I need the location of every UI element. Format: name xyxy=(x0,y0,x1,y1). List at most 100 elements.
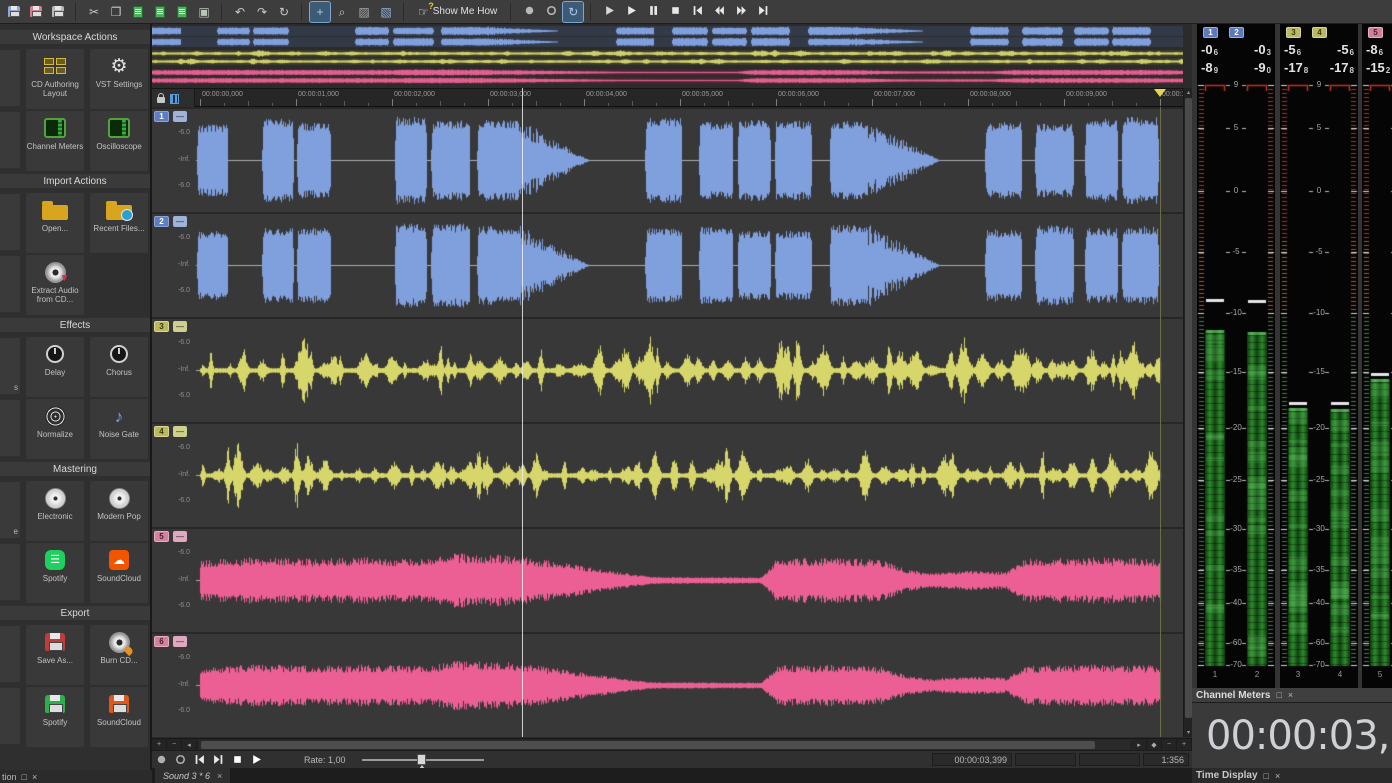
track-lane-3[interactable]: 3—-6.0-Inf.-6.0 xyxy=(152,317,1183,422)
cd-authoring-layout-button[interactable]: CD Authoring Layout xyxy=(26,49,84,109)
track-lane-6[interactable]: 6—-6.0-Inf.-6.0 xyxy=(152,632,1183,737)
track-number-badge-1[interactable]: 1 xyxy=(154,111,169,122)
playback-cursor[interactable] xyxy=(522,88,523,737)
rate-slider-thumb[interactable] xyxy=(417,754,426,765)
save-as-export-button[interactable]: Save As... xyxy=(26,625,84,685)
horizontal-scrollbar-track[interactable] xyxy=(199,740,1130,750)
lock-icon[interactable] xyxy=(157,97,165,103)
vertical-scrollbar[interactable]: ▴ ▾ xyxy=(1183,88,1192,737)
track-lane-4[interactable]: 4—-6.0-Inf.-6.0 xyxy=(152,422,1183,527)
recent-files-button[interactable]: Recent Files... xyxy=(90,193,148,253)
track-number-badge-3[interactable]: 3 xyxy=(154,321,169,332)
paste-special-button[interactable] xyxy=(150,2,170,22)
extract-audio-from-cd-button[interactable]: Extract Audio from CD... xyxy=(26,255,84,315)
selection-tool-button[interactable]: ▧ xyxy=(376,2,396,22)
loop-playback-button[interactable] xyxy=(171,752,190,767)
open-button[interactable]: Open... xyxy=(26,193,84,253)
stop-button[interactable] xyxy=(228,752,247,767)
modern-pop-button[interactable]: Modern Pop xyxy=(90,481,148,541)
vertical-scrollbar-thumb[interactable] xyxy=(1185,98,1192,718)
noise-gate-button[interactable]: ♪Noise Gate xyxy=(90,399,148,459)
play-button[interactable] xyxy=(621,2,641,22)
rewind-button[interactable] xyxy=(709,2,729,22)
track-number-badge-6[interactable]: 6 xyxy=(154,636,169,647)
end-of-file-marker-icon[interactable] xyxy=(1154,89,1166,97)
loop-playback-button[interactable]: ↻ xyxy=(563,2,583,22)
trim-crop-button[interactable]: ▣ xyxy=(194,2,214,22)
zoom-in-button[interactable]: + xyxy=(1177,739,1192,750)
minimize-track-button-6[interactable]: — xyxy=(173,636,187,647)
show-me-how-button[interactable]: ☞?Show Me How xyxy=(412,2,503,22)
channel-meters-button[interactable]: Channel Meters xyxy=(26,111,84,171)
zoom-out-time-button[interactable]: − xyxy=(167,739,182,750)
record-remote-button[interactable] xyxy=(541,2,561,22)
track-number-badge-4[interactable]: 4 xyxy=(154,426,169,437)
minimize-track-button-3[interactable]: — xyxy=(173,321,187,332)
track-number-badge-5[interactable]: 5 xyxy=(154,531,169,542)
go-to-start-button[interactable] xyxy=(687,2,707,22)
go-to-start-button[interactable] xyxy=(190,752,209,767)
paste-to-new-button[interactable] xyxy=(172,2,192,22)
repeat-button[interactable]: ↻ xyxy=(274,2,294,22)
stop-button[interactable] xyxy=(665,2,685,22)
vst-settings-button[interactable]: ⚙VST Settings xyxy=(90,49,148,109)
minimize-track-button-5[interactable]: — xyxy=(173,531,187,542)
waveform-canvas-1[interactable] xyxy=(152,109,1183,214)
track-number-badge-2[interactable]: 2 xyxy=(154,216,169,227)
save-button[interactable] xyxy=(4,2,24,22)
copy-button[interactable]: ❐ xyxy=(106,2,126,22)
zoom-out-button[interactable]: − xyxy=(1162,739,1177,750)
pencil-tool-button[interactable]: ▨ xyxy=(354,2,374,22)
horizontal-scrollbar-thumb[interactable] xyxy=(201,741,1095,749)
minimize-track-button-1[interactable]: — xyxy=(173,111,187,122)
delay-button[interactable]: Delay xyxy=(26,337,84,397)
play-button[interactable] xyxy=(247,752,266,767)
auto-ripple-icon[interactable] xyxy=(170,94,179,104)
close-time-display-icon[interactable]: × xyxy=(1275,771,1280,781)
spotify-export-button[interactable]: Spotify xyxy=(26,687,84,747)
edit-tool-button[interactable]: + xyxy=(310,2,330,22)
close-tab-icon[interactable]: × xyxy=(217,771,222,781)
waveform-canvas-2[interactable] xyxy=(152,214,1183,319)
waveform-canvas-5[interactable] xyxy=(152,529,1183,634)
close-meters-icon[interactable]: × xyxy=(1288,690,1293,700)
go-to-end-button[interactable] xyxy=(753,2,773,22)
scroll-right-button[interactable]: ▸ xyxy=(1132,739,1147,750)
spotify-mastering-button[interactable]: ☰Spotify xyxy=(26,543,84,603)
rate-slider[interactable] xyxy=(362,753,484,767)
time-ruler[interactable]: 00:00:00,00000:00:01,00000:00:02,00000:0… xyxy=(152,88,1192,107)
track-lane-2[interactable]: 2—-6.0-Inf.-6.0 xyxy=(152,212,1183,317)
zoom-selection-button[interactable]: ◆ xyxy=(1147,739,1162,750)
waveform-canvas-3[interactable] xyxy=(152,319,1183,424)
normalize-button[interactable]: Normalize xyxy=(26,399,84,459)
save-as-button[interactable] xyxy=(26,2,46,22)
oscilloscope-button[interactable]: Oscilloscope xyxy=(90,111,148,171)
soundcloud-mastering-button[interactable]: ☁SoundCloud xyxy=(90,543,148,603)
track-lane-1[interactable]: 1—-6.0-Inf.-6.0 xyxy=(152,107,1183,212)
save-all-button[interactable] xyxy=(48,2,68,22)
soundcloud-export-button[interactable]: SoundCloud xyxy=(90,687,148,747)
cut-button[interactable]: ✂ xyxy=(84,2,104,22)
redo-button[interactable]: ↷ xyxy=(252,2,272,22)
forward-button[interactable] xyxy=(731,2,751,22)
scroll-left-button[interactable]: ◂ xyxy=(182,739,197,750)
electronic-button[interactable]: Electronic xyxy=(26,481,84,541)
waveform-canvas-6[interactable] xyxy=(152,634,1183,739)
chorus-button[interactable]: Chorus xyxy=(90,337,148,397)
record-button[interactable] xyxy=(152,752,171,767)
track-lane-5[interactable]: 5—-6.0-Inf.-6.0 xyxy=(152,527,1183,632)
document-tab[interactable]: Sound 3 * 6 × xyxy=(155,768,230,783)
minimize-track-button-4[interactable]: — xyxy=(173,426,187,437)
play-all-button[interactable] xyxy=(599,2,619,22)
restore-time-display-icon[interactable]: □ xyxy=(1264,771,1269,781)
close-panel-icon[interactable]: × xyxy=(32,772,37,782)
undo-button[interactable]: ↶ xyxy=(230,2,250,22)
restore-panel-icon[interactable]: □ xyxy=(22,772,27,782)
zoom-in-time-button[interactable]: + xyxy=(152,739,167,750)
horizontal-scrollbar[interactable]: +−◂▸◆−+ xyxy=(152,738,1192,750)
magnify-tool-button[interactable]: ⌕ xyxy=(332,2,352,22)
minimize-track-button-2[interactable]: — xyxy=(173,216,187,227)
waveform-canvas-4[interactable] xyxy=(152,424,1183,529)
burn-cd-button[interactable]: Burn CD... xyxy=(90,625,148,685)
overview-strip[interactable] xyxy=(152,25,1183,87)
